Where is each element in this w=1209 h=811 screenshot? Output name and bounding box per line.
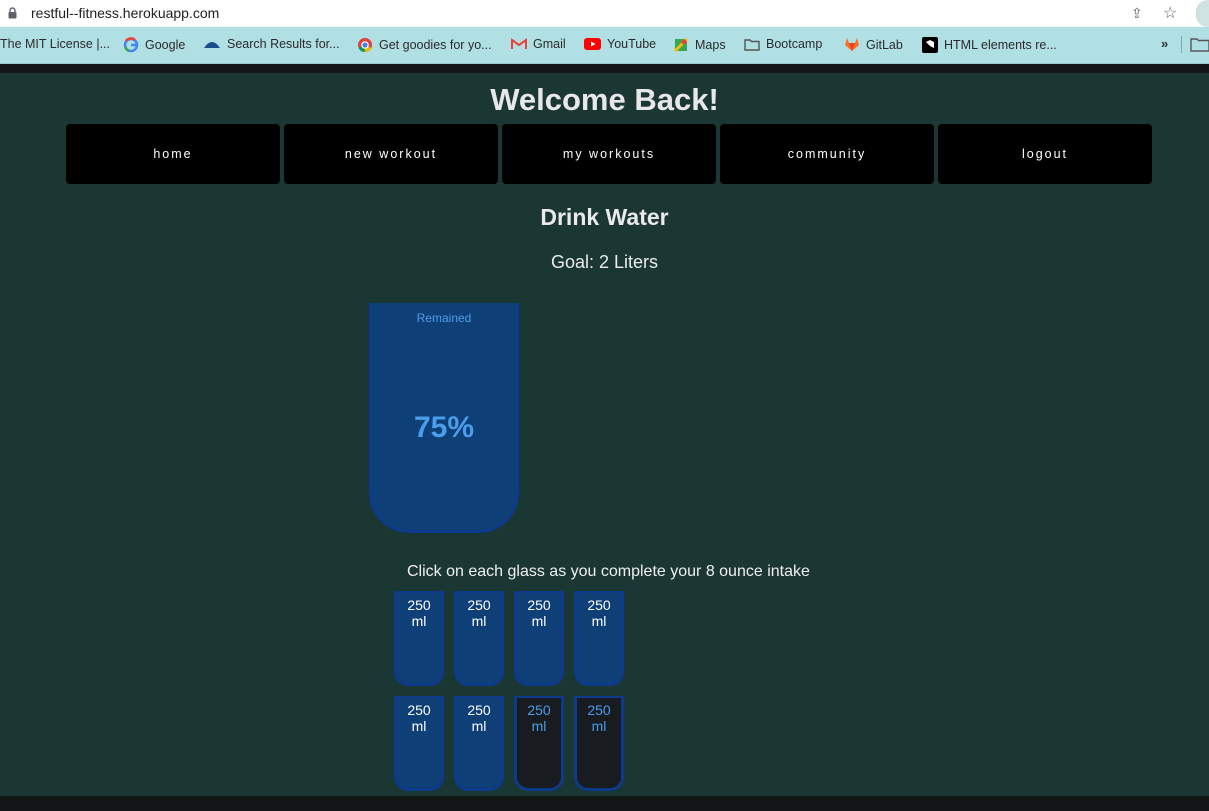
- goal-text: Goal: 2 Liters: [550, 252, 659, 272]
- nav-logout-button[interactable]: logout: [938, 124, 1152, 184]
- bookmark-mit-license[interactable]: The MIT License |...: [0, 37, 110, 51]
- water-glass[interactable]: 250 ml: [454, 696, 504, 791]
- bookmark-google[interactable]: Google: [123, 37, 185, 53]
- glass-amount: 250: [407, 702, 431, 718]
- share-icon[interactable]: ⇪: [1131, 5, 1143, 22]
- glass-unit: ml: [411, 718, 427, 734]
- water-glass[interactable]: 250 ml: [574, 591, 624, 686]
- water-glass[interactable]: 250 ml: [454, 591, 504, 686]
- glass-amount: 250: [467, 597, 491, 613]
- url-text[interactable]: restful--fitness.herokuapp.com: [31, 5, 219, 21]
- water-glass[interactable]: 250 ml: [514, 591, 564, 686]
- bookmark-get-goodies[interactable]: Get goodies for yo...: [357, 37, 492, 53]
- bookmarks-divider: [1181, 36, 1182, 53]
- bookmark-label: Gmail: [533, 37, 566, 51]
- lock-icon: [8, 7, 17, 19]
- bookmark-search-results[interactable]: Search Results for...: [203, 37, 340, 51]
- water-glass[interactable]: 250 ml: [394, 591, 444, 686]
- glass-amount: 250: [467, 702, 491, 718]
- bookmark-label: Get goodies for yo...: [379, 38, 492, 52]
- glass-amount: 250: [527, 597, 551, 613]
- water-glass[interactable]: 250 ml: [514, 696, 564, 791]
- nav-new-workout-button[interactable]: new workout: [284, 124, 498, 184]
- bookmark-html-elements[interactable]: HTML elements re...: [922, 37, 1057, 53]
- bookmark-gmail[interactable]: Gmail: [511, 37, 566, 51]
- google-icon: [123, 37, 139, 53]
- chrome-icon: [358, 38, 372, 53]
- bookmark-label: Search Results for...: [227, 37, 340, 51]
- drink-water-title: Drink Water: [540, 204, 669, 230]
- main-nav: home new workout my workouts community l…: [66, 124, 1152, 184]
- instruction-text: Click on each glass as you complete your…: [407, 563, 810, 580]
- glass-unit: ml: [531, 718, 547, 734]
- bookmark-label: Google: [145, 38, 186, 52]
- welcome-heading: Welcome Back!: [490, 82, 719, 117]
- gitlab-icon: [845, 38, 859, 51]
- gmail-icon: [511, 38, 527, 49]
- page-top-strip: [0, 64, 1209, 73]
- remained-percentage: 75%: [413, 411, 475, 444]
- glass-unit: ml: [471, 718, 487, 734]
- remained-label: Remained: [416, 311, 472, 325]
- glass-amount: 250: [587, 702, 611, 718]
- glass-amount: 250: [587, 597, 611, 613]
- bookmark-gitlab[interactable]: GitLab: [844, 37, 903, 52]
- water-glass[interactable]: 250 ml: [574, 696, 624, 791]
- folder-icon: [744, 38, 760, 51]
- glass-unit: ml: [591, 613, 607, 629]
- nav-community-button[interactable]: community: [720, 124, 934, 184]
- glass-unit: ml: [591, 718, 607, 734]
- browser-address-bar: restful--fitness.herokuapp.com ⇪ ☆: [0, 0, 1209, 27]
- glass-unit: ml: [411, 613, 427, 629]
- page-bottom-strip: [0, 796, 1209, 811]
- bookmarks-overflow-button[interactable]: »: [1161, 36, 1168, 51]
- glass-amount: 250: [407, 597, 431, 613]
- water-progress-cup: Remained 75%: [369, 303, 519, 533]
- nav-home-button[interactable]: home: [66, 124, 280, 184]
- search-results-icon: [204, 42, 220, 48]
- bookmark-label: Maps: [695, 38, 726, 52]
- bookmarks-bar: The MIT License |... Google Search Resul…: [0, 27, 1209, 64]
- bookmark-youtube[interactable]: YouTube: [584, 37, 656, 51]
- nav-my-workouts-button[interactable]: my workouts: [502, 124, 716, 184]
- bookmark-label: Bootcamp: [766, 37, 823, 51]
- other-bookmarks-folder-icon[interactable]: [1190, 37, 1209, 52]
- bookmark-maps[interactable]: Maps: [673, 37, 726, 53]
- water-glass[interactable]: 250 ml: [394, 696, 444, 791]
- mdn-icon: [922, 37, 938, 53]
- glass-unit: ml: [471, 613, 487, 629]
- extensions-area[interactable]: [1196, 0, 1209, 27]
- maps-icon: [673, 37, 689, 53]
- bookmark-label: YouTube: [607, 37, 657, 51]
- bookmark-star-icon[interactable]: ☆: [1163, 3, 1177, 23]
- youtube-icon: [584, 38, 601, 50]
- bookmark-label: HTML elements re...: [944, 38, 1057, 52]
- glass-amount: 250: [527, 702, 551, 718]
- bookmark-label: GitLab: [866, 37, 903, 52]
- glass-unit: ml: [531, 613, 547, 629]
- bookmark-bootcamp[interactable]: Bootcamp: [744, 37, 822, 51]
- bookmark-label: The MIT License |...: [0, 37, 111, 51]
